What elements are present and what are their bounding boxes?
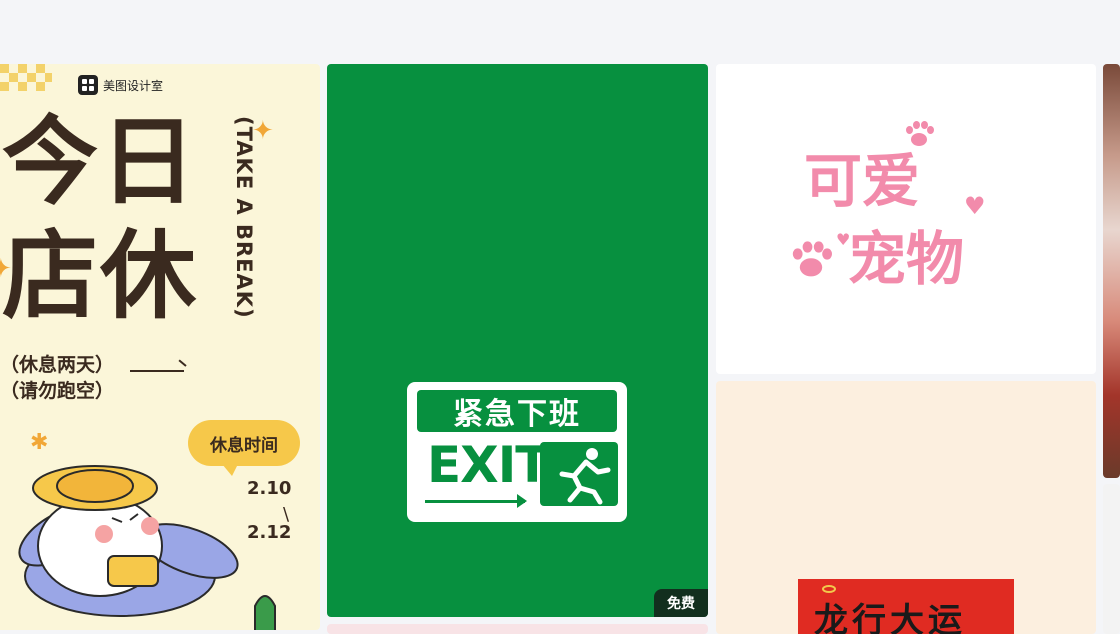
heart-icon: ♥	[836, 230, 851, 249]
sparkle-icon: ✦	[252, 116, 274, 146]
arrow-icon	[425, 494, 527, 508]
checker-decoration	[0, 64, 52, 94]
paw-icon	[906, 121, 934, 146]
exit-banner: 紧急下班	[417, 390, 617, 432]
template-card-cute-pet[interactable]: 可爱 宠物 ♥ ♥	[716, 64, 1096, 374]
pet-title-line1: 可爱	[804, 147, 921, 215]
arrow-decoration	[130, 370, 184, 372]
exit-word: EXIT	[427, 436, 549, 494]
cartoon-illustration	[18, 465, 276, 630]
poster-subtitle-1: （休息两天）	[0, 354, 115, 376]
meitu-logo-icon	[78, 75, 98, 95]
poster-subtitle-2: （请勿跑空）	[0, 380, 115, 402]
poster-title-line1: 今日	[2, 106, 198, 218]
dragon-title: 龙行大运	[814, 601, 966, 634]
paw-icon	[792, 241, 832, 277]
top-bar	[0, 0, 1120, 64]
poster-title-line2: 店休	[2, 220, 198, 332]
ornament-icon	[822, 585, 836, 593]
template-card-partial[interactable]	[1103, 484, 1120, 634]
brand-logo: 美图设计室	[78, 75, 163, 95]
dragon-banner: 龙行大运	[798, 579, 1014, 634]
exit-sign: 紧急下班 EXIT	[407, 382, 627, 522]
poster-english-title: (TAKE A BREAK)	[232, 116, 256, 319]
free-badge: 免费	[654, 589, 708, 617]
bubble-text: 休息时间	[210, 435, 278, 456]
heart-icon: ♥	[964, 192, 986, 220]
sparkle-icon: ✦	[0, 254, 12, 284]
asterisk-icon: ✱	[30, 430, 49, 455]
template-card-exit[interactable]: 紧急下班 EXIT 免费	[327, 64, 708, 617]
pet-title-line2: 宠物	[848, 225, 965, 293]
template-grid: 美图设计室 今日 店休 (TAKE A BREAK) ✦ ✦ （休息两天） （请…	[0, 64, 1120, 634]
running-man-icon	[540, 442, 618, 506]
brand-name: 美图设计室	[103, 78, 164, 93]
template-card-dragon[interactable]: 龙行大运	[716, 381, 1096, 634]
template-card-partial[interactable]	[327, 624, 708, 634]
template-card-photo-partial[interactable]	[1103, 64, 1120, 478]
template-card-closed-today[interactable]: 美图设计室 今日 店休 (TAKE A BREAK) ✦ ✦ （休息两天） （请…	[0, 64, 320, 630]
